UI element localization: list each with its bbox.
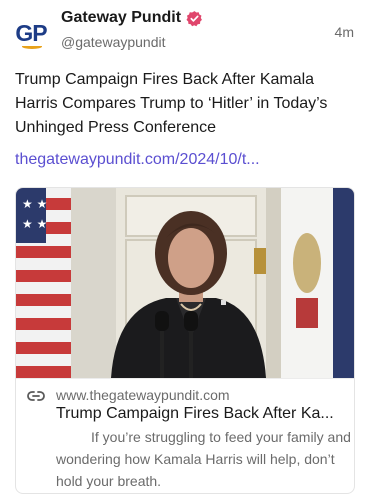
card-title[interactable]: Trump Campaign Fires Back After Ka...: [56, 405, 348, 423]
author-handle[interactable]: @gatewaypundit: [61, 34, 166, 50]
avatar-logo: GP: [15, 19, 47, 46]
link-chain-icon: [27, 389, 45, 403]
avatar[interactable]: GP: [12, 14, 50, 52]
post-header: GP Gateway Pundit @gatewaypundit 4m: [0, 0, 370, 60]
post-timestamp: 4m: [334, 24, 354, 40]
svg-text:★ ★: ★ ★: [22, 217, 47, 231]
card-domain: www.thegatewaypundit.com: [56, 387, 230, 403]
name-row: Gateway Pundit: [61, 9, 203, 27]
link-preview-meta: www.thegatewaypundit.com Trump Campaign …: [16, 378, 354, 493]
link-preview-image: ★ ★ ★ ★: [16, 188, 354, 378]
link-preview-card[interactable]: ★ ★ ★ ★ www.thegatewaypundit.com Trump C…: [15, 187, 355, 494]
verified-badge-icon: [186, 10, 203, 27]
svg-text:★ ★: ★ ★: [22, 197, 47, 211]
avatar-swoosh: [22, 44, 42, 49]
card-description: If you’re struggling to feed your family…: [56, 429, 351, 489]
display-name[interactable]: Gateway Pundit: [61, 9, 181, 27]
post-link[interactable]: thegatewaypundit.com/2024/10/t...: [15, 151, 355, 169]
post-text: Trump Campaign Fires Back After Kamala H…: [15, 71, 328, 136]
